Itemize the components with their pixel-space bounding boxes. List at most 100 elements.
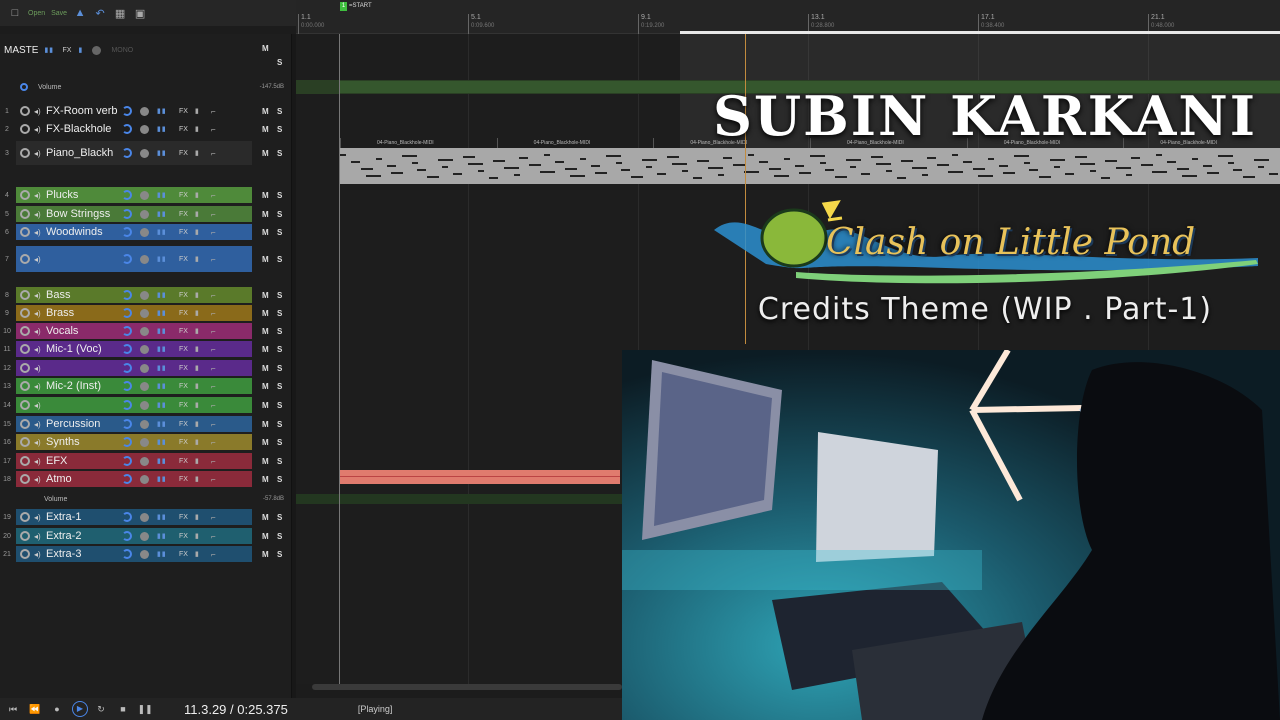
volume-knob[interactable] xyxy=(122,254,132,264)
midi-note[interactable] xyxy=(1228,162,1234,164)
pan-knob[interactable] xyxy=(140,106,149,116)
monitor-icon[interactable]: ◂) xyxy=(34,438,42,447)
track-name[interactable]: Extra-1 xyxy=(46,511,118,523)
solo-button[interactable]: S xyxy=(277,107,282,116)
mute-button[interactable]: M xyxy=(262,210,269,219)
pan-knob[interactable] xyxy=(140,209,149,219)
midi-note[interactable] xyxy=(977,175,993,177)
record-arm-button[interactable] xyxy=(20,456,30,466)
track-row[interactable]: 12 ◂) ▮▮ FX ▮ ⌐ M S xyxy=(0,359,290,377)
solo-button[interactable]: S xyxy=(277,291,282,300)
midi-note[interactable] xyxy=(656,173,666,175)
volume-knob[interactable] xyxy=(122,456,132,466)
mute-button[interactable]: M xyxy=(262,550,269,559)
track-header[interactable]: ◂) ▮▮ FX ▮ ⌐ xyxy=(16,246,252,272)
track-row[interactable]: 2 ◂) FX-Blackhole ▮▮ FX ▮ ⌐ M S xyxy=(0,120,290,138)
track-name[interactable]: Synths xyxy=(46,436,118,448)
midi-note[interactable] xyxy=(1258,166,1264,168)
mute-button[interactable]: M xyxy=(262,420,269,429)
record-arm-button[interactable] xyxy=(20,344,30,354)
pan-knob[interactable] xyxy=(140,419,149,429)
midi-note[interactable] xyxy=(442,166,448,168)
track-name[interactable]: Mic-1 (Voc) xyxy=(46,343,118,355)
midi-note[interactable] xyxy=(1049,159,1065,161)
midi-note[interactable] xyxy=(401,155,417,157)
midi-note[interactable] xyxy=(1151,171,1167,173)
midi-note[interactable] xyxy=(697,160,709,162)
track-row[interactable]: 3 ◂) Piano_Blackh ▮▮ FX ▮ ⌐ M S xyxy=(0,140,290,166)
solo-button[interactable]: S xyxy=(277,309,282,318)
midi-note[interactable] xyxy=(427,176,439,178)
midi-note[interactable] xyxy=(1024,162,1030,164)
mute-button[interactable]: M xyxy=(262,382,269,391)
midi-note[interactable] xyxy=(671,163,687,165)
midi-note[interactable] xyxy=(1028,169,1038,171)
record-arm-button[interactable] xyxy=(20,363,30,373)
track-name[interactable]: EFX xyxy=(46,455,118,467)
record-arm-button[interactable] xyxy=(20,290,30,300)
pan-knob[interactable] xyxy=(140,400,149,410)
monitor-icon[interactable]: ◂) xyxy=(34,457,42,466)
midi-note[interactable] xyxy=(452,173,462,175)
fx-button[interactable]: FX xyxy=(179,192,193,199)
pan-knob[interactable] xyxy=(140,290,149,300)
track-header[interactable]: ◂) Synths ▮▮ FX ▮ ⌐ xyxy=(16,434,252,450)
mute-button[interactable]: M xyxy=(262,532,269,541)
loop-icon[interactable]: ↻ xyxy=(92,704,110,715)
midi-note[interactable] xyxy=(1243,176,1255,178)
midi-note[interactable] xyxy=(809,155,825,157)
track-name[interactable]: Plucks xyxy=(46,189,118,201)
master-pan-knob[interactable] xyxy=(92,45,102,55)
fx-button[interactable]: FX xyxy=(179,533,193,540)
midi-note[interactable] xyxy=(493,160,505,162)
midi-note[interactable] xyxy=(682,170,688,172)
monitor-icon[interactable]: ◂) xyxy=(34,309,42,318)
midi-note[interactable] xyxy=(769,168,781,170)
monitor-icon[interactable]: ◂) xyxy=(34,550,42,559)
midi-note[interactable] xyxy=(998,165,1008,167)
envelope-icon[interactable]: ⌐ xyxy=(211,291,216,300)
envelope-icon[interactable]: ⌐ xyxy=(211,364,216,373)
record-arm-button[interactable] xyxy=(20,474,30,484)
pan-knob[interactable] xyxy=(140,549,149,559)
record-arm-button[interactable] xyxy=(20,549,30,559)
track-row[interactable]: 16 ◂) Synths ▮▮ FX ▮ ⌐ M S xyxy=(0,433,290,451)
solo-button[interactable]: S xyxy=(277,149,282,158)
master-volume-envelope[interactable]: Volume -147.5dB xyxy=(16,80,286,94)
track-row[interactable]: 13 ◂) Mic-2 (Inst) ▮▮ FX ▮ ⌐ M S xyxy=(0,377,290,395)
track-row[interactable]: 11 ◂) Mic-1 (Voc) ▮▮ FX ▮ ⌐ M S xyxy=(0,340,290,358)
pan-knob[interactable] xyxy=(140,363,149,373)
volume-knob[interactable] xyxy=(122,512,132,522)
record-arm-button[interactable] xyxy=(20,437,30,447)
master-mute-button[interactable]: M xyxy=(262,44,269,53)
midi-note[interactable] xyxy=(1105,160,1117,162)
track-header[interactable]: ◂) Plucks ▮▮ FX ▮ ⌐ xyxy=(16,187,252,203)
record-arm-button[interactable] xyxy=(20,308,30,318)
solo-button[interactable]: S xyxy=(277,364,282,373)
envelope-icon[interactable]: ⌐ xyxy=(211,107,216,116)
monitor-icon[interactable]: ◂) xyxy=(34,228,42,237)
monitor-icon[interactable]: ◂) xyxy=(34,327,42,336)
midi-note[interactable] xyxy=(794,165,804,167)
midi-note[interactable] xyxy=(631,176,643,178)
midi-note[interactable] xyxy=(1253,159,1269,161)
monitor-icon[interactable]: ◂) xyxy=(34,345,42,354)
envelope-icon[interactable]: ⌐ xyxy=(211,309,216,318)
track-header[interactable]: ◂) Percussion ▮▮ FX ▮ ⌐ xyxy=(16,416,252,432)
midi-note[interactable] xyxy=(416,169,426,171)
midi-note[interactable] xyxy=(350,161,360,163)
solo-button[interactable]: S xyxy=(277,382,282,391)
solo-button[interactable]: S xyxy=(277,532,282,541)
solo-button[interactable]: S xyxy=(277,550,282,559)
metronome-icon[interactable]: ▲ xyxy=(73,6,87,20)
play-button[interactable]: ▶ xyxy=(72,701,88,717)
track-row[interactable]: 18 ◂) Atmo ▮▮ FX ▮ ⌐ M S xyxy=(0,470,290,488)
track-header[interactable]: ◂) Extra-2 ▮▮ FX ▮ ⌐ xyxy=(16,528,252,544)
envelope-icon[interactable]: ⌐ xyxy=(211,382,216,391)
midi-note[interactable] xyxy=(707,167,723,169)
save-button[interactable]: Save xyxy=(51,10,67,17)
midi-note[interactable] xyxy=(376,158,382,160)
master-solo-button[interactable]: S xyxy=(277,58,282,67)
fx-button[interactable]: FX xyxy=(179,402,193,409)
track-row[interactable]: 20 ◂) Extra-2 ▮▮ FX ▮ ⌐ M S xyxy=(0,527,290,545)
